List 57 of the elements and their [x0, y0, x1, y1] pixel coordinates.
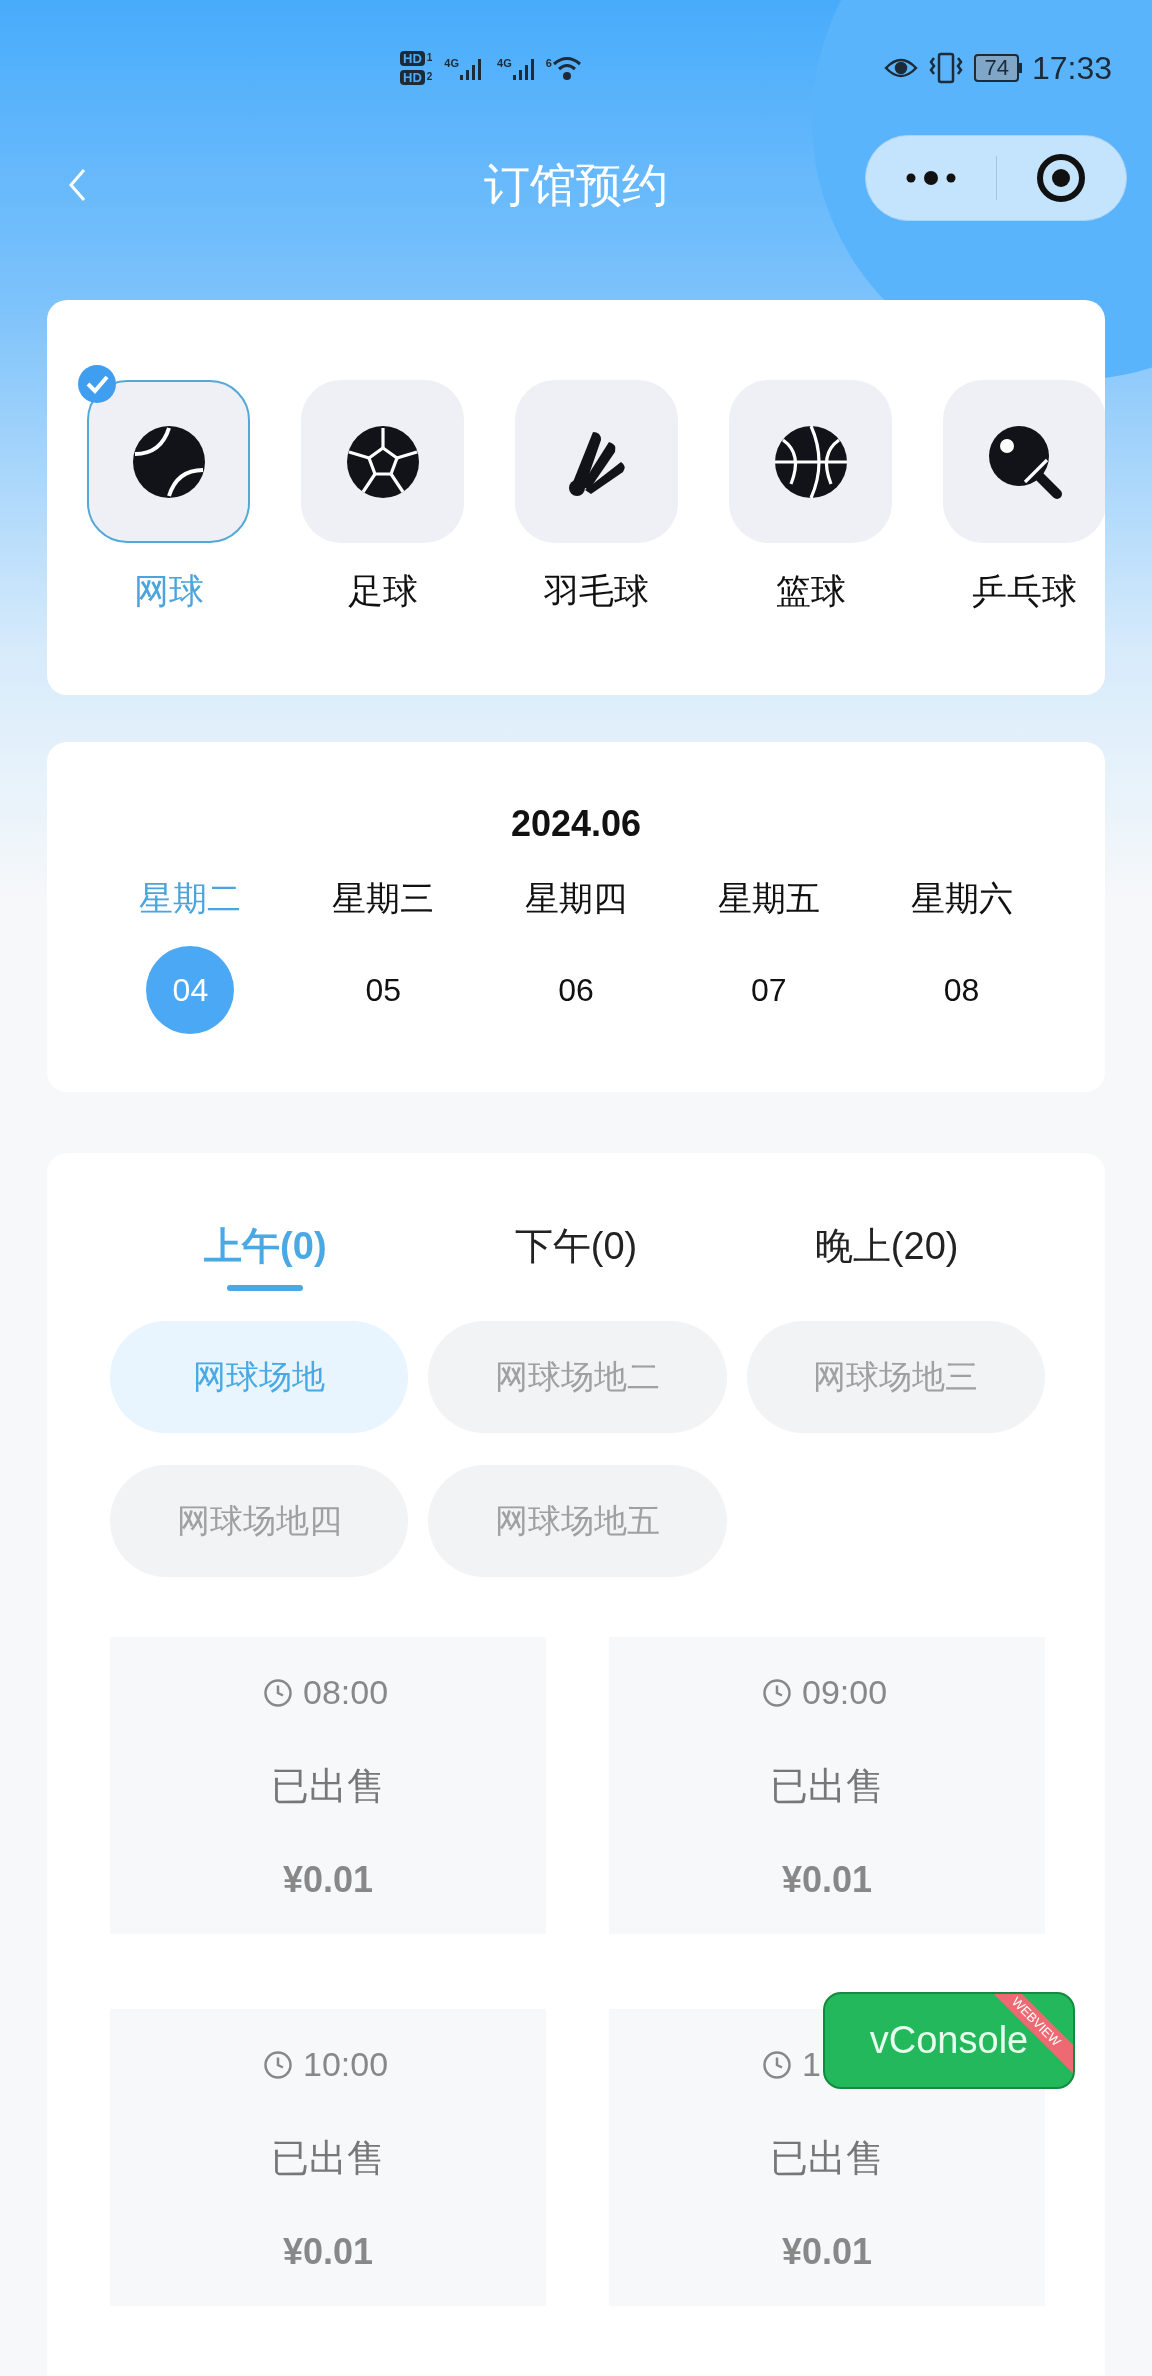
network-type: 4G — [444, 55, 460, 71]
vibrate-icon — [928, 51, 965, 84]
slot-status: 已出售 — [271, 2136, 385, 2181]
slot-time: 1 — [802, 2044, 821, 2085]
sim-slot-number: 2 — [426, 72, 433, 82]
sport-label: 羽毛球 — [544, 570, 649, 612]
period-tab[interactable]: 晚上(20) — [731, 1218, 1042, 1291]
sport-item[interactable]: 篮球 — [729, 380, 892, 618]
slot-price: ¥0.01 — [282, 1858, 374, 1902]
day-number: 08 — [942, 971, 981, 1010]
page-title: 订馆预约 — [484, 157, 668, 213]
hd-badge: HD — [400, 50, 425, 66]
period-tab[interactable]: 下午(0) — [420, 1218, 732, 1291]
weekday-label: 星期五 — [717, 878, 820, 919]
date-item[interactable]: 星期六 08 — [865, 873, 1058, 1034]
sim-slot-number: 1 — [426, 53, 433, 63]
sport-item[interactable]: 羽毛球 — [515, 380, 678, 618]
clock-icon — [263, 1677, 293, 1708]
slot-price: ¥0.01 — [282, 2230, 374, 2274]
slot-time: 08:00 — [303, 1672, 389, 1713]
sport-item[interactable]: 足球 — [301, 380, 464, 618]
clock-icon — [263, 2049, 293, 2080]
sport-label: 足球 — [347, 570, 418, 612]
clock-icon — [762, 1677, 792, 1708]
back-chevron-icon — [68, 168, 88, 202]
weekday-label: 星期二 — [139, 878, 242, 919]
slot-status: 已出售 — [770, 1764, 884, 1809]
slot-price: ¥0.01 — [781, 1858, 873, 1902]
slot-time: 10:00 — [303, 2044, 389, 2085]
month-label: 2024.06 — [510, 802, 642, 846]
date-item[interactable]: 星期四 06 — [479, 873, 673, 1034]
wifi-icon — [551, 54, 582, 81]
sport-label: 乒乓球 — [972, 570, 1077, 612]
target-icon — [1035, 152, 1088, 204]
day-number: 04 — [146, 946, 235, 1034]
slot-price: ¥0.01 — [781, 2230, 873, 2274]
hd-badge: HD — [400, 69, 425, 85]
day-number: 07 — [750, 971, 788, 1010]
clock-icon — [762, 2049, 792, 2080]
slot-status: 已出售 — [770, 2136, 884, 2181]
sport-label: 网球 — [133, 570, 204, 612]
day-number: 06 — [557, 971, 595, 1010]
sport-label: 篮球 — [775, 570, 846, 612]
network-type: 4G — [497, 55, 512, 71]
clock-time: 17:33 — [1031, 48, 1112, 88]
date-item[interactable]: 星期三 05 — [286, 873, 480, 1034]
slot-time: 09:00 — [802, 1672, 888, 1713]
battery-level: 74 — [974, 53, 1019, 82]
sport-item[interactable]: 乒乓球 — [943, 380, 1105, 618]
weekday-label: 星期六 — [910, 878, 1013, 919]
check-badge-icon — [77, 364, 117, 404]
slot-status: 已出售 — [271, 1764, 385, 1809]
wifi-label: 6 — [545, 55, 552, 71]
weekday-label: 星期三 — [332, 878, 435, 919]
date-item[interactable]: 星期五 07 — [672, 873, 866, 1034]
day-number: 05 — [364, 971, 402, 1010]
weekday-label: 星期四 — [525, 878, 627, 919]
